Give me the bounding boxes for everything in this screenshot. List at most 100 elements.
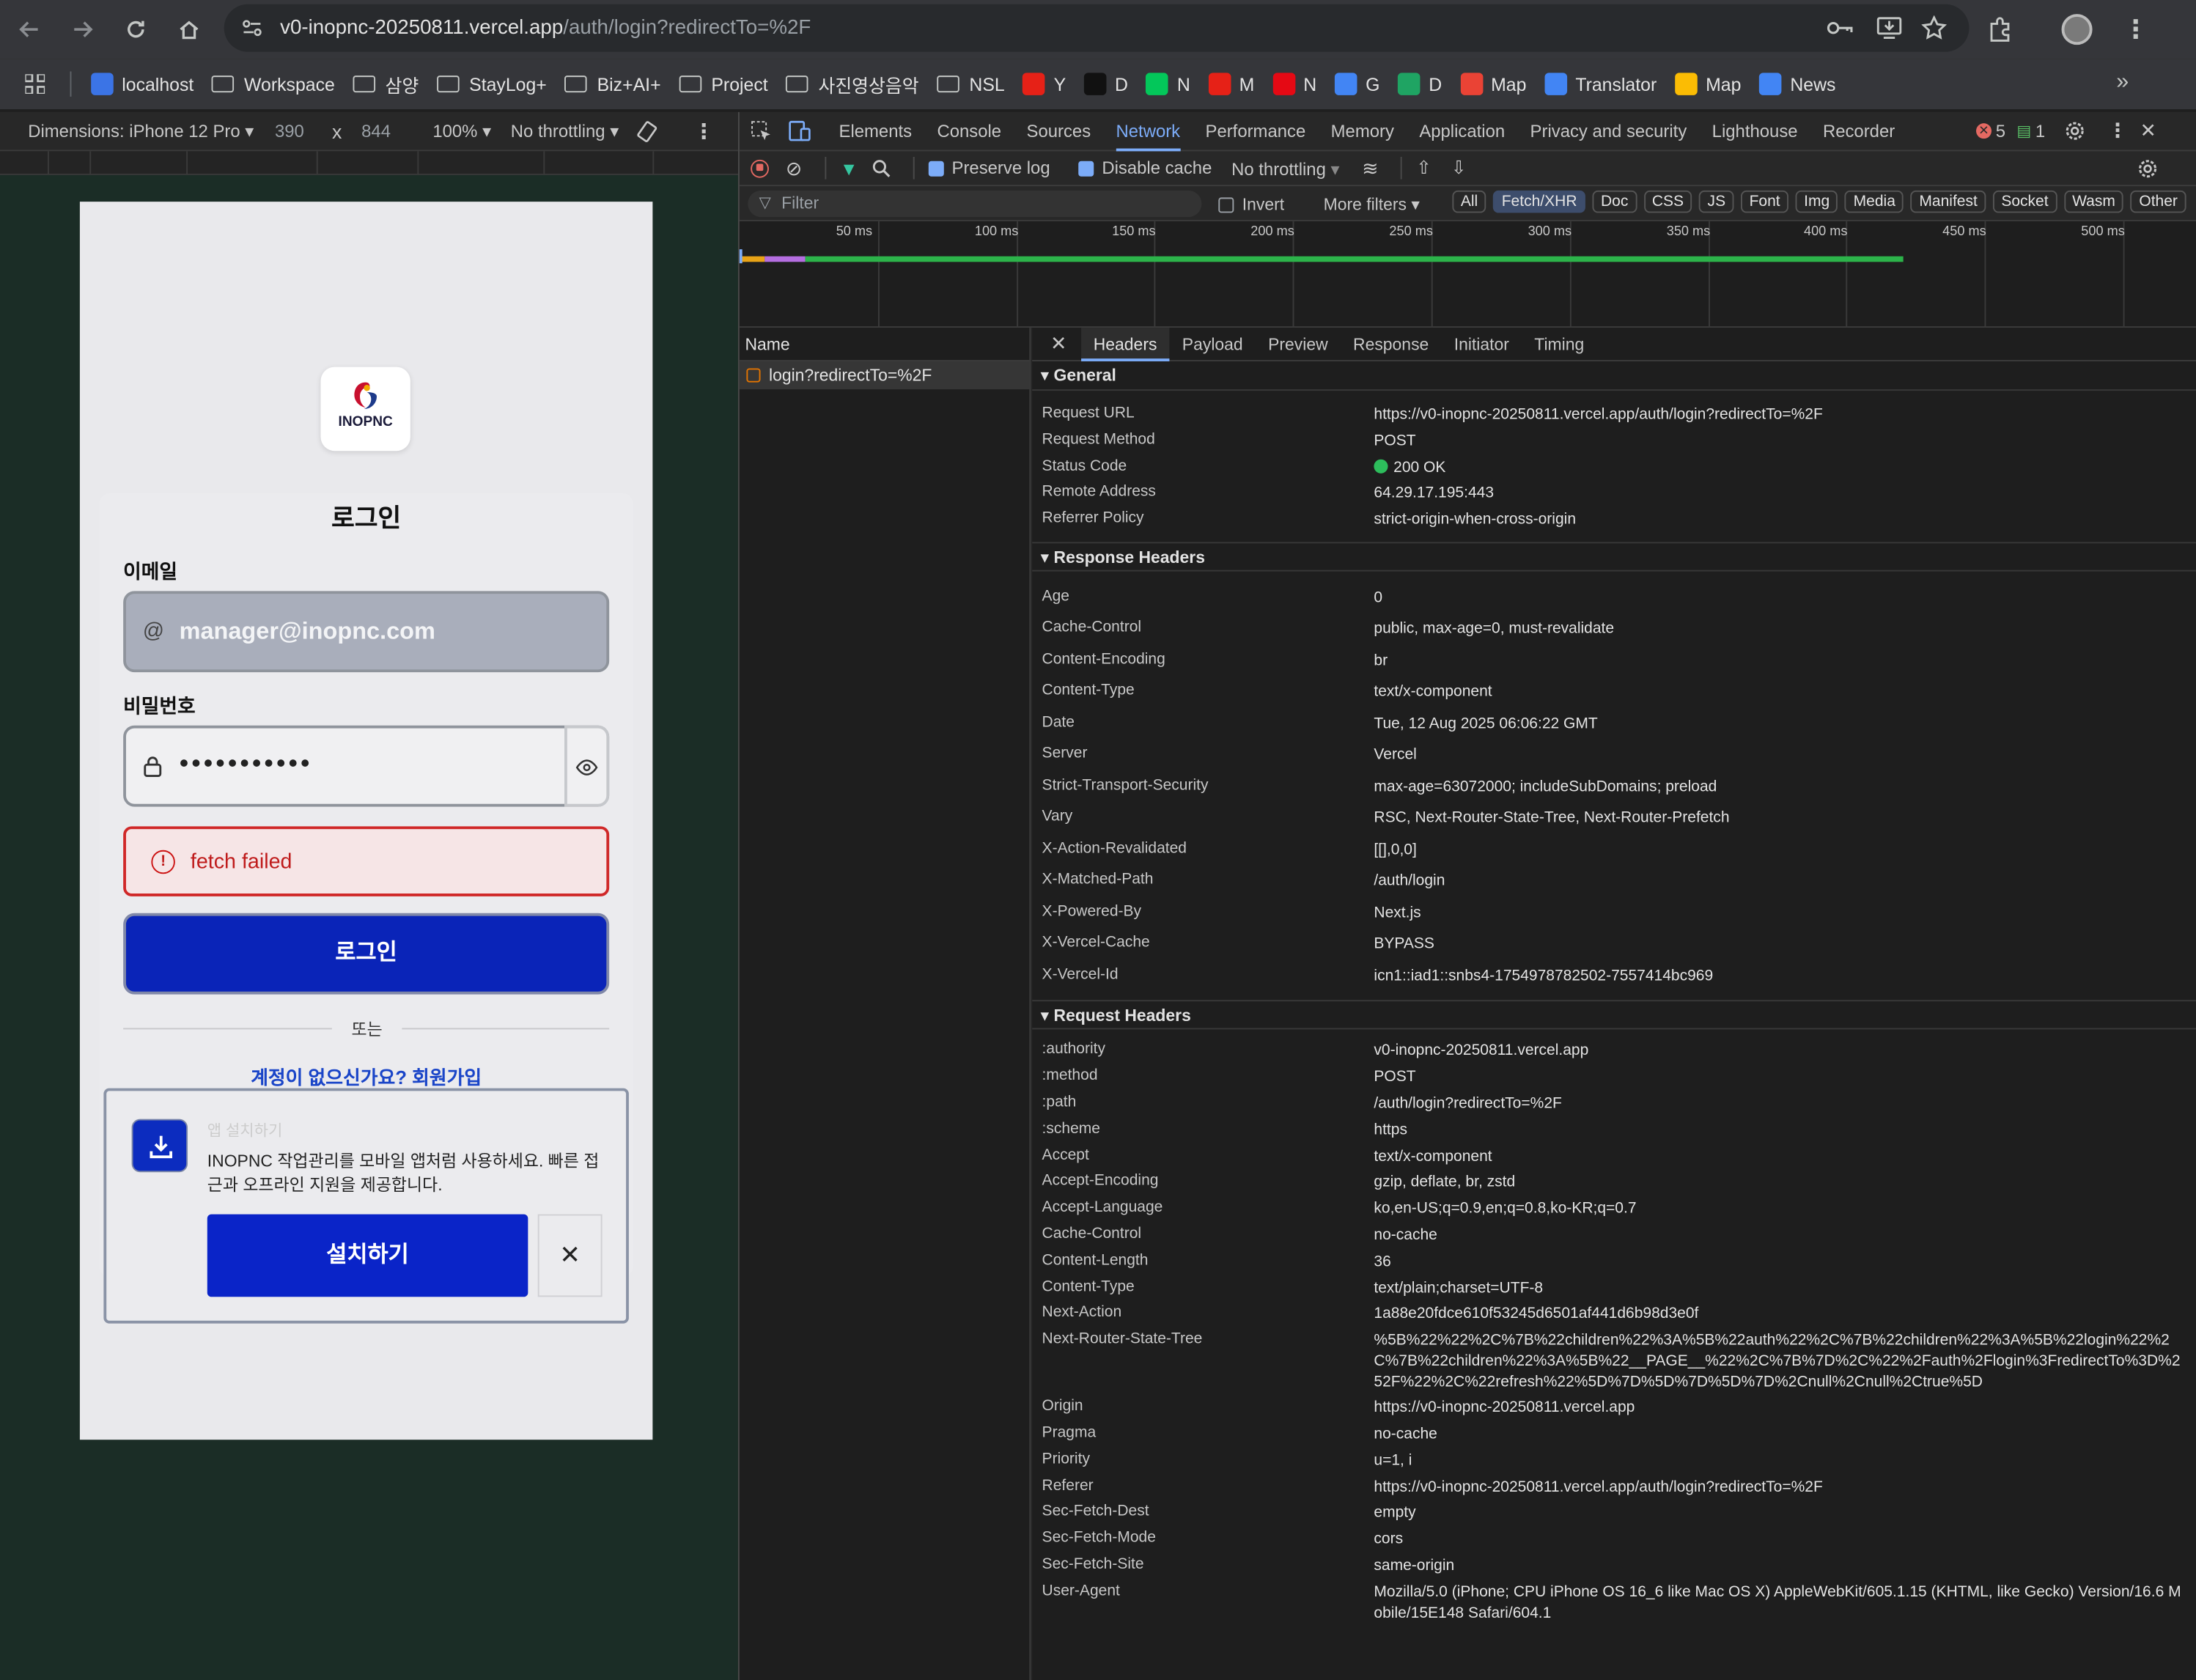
header-value[interactable]: text/plain;charset=UTF-8 bbox=[1374, 1278, 2196, 1300]
devtools-tab[interactable]: Lighthouse bbox=[1712, 111, 1798, 150]
general-section-header[interactable]: ▾ General bbox=[1032, 361, 2196, 391]
detail-tab[interactable]: Response bbox=[1341, 327, 1442, 361]
devtools-tab[interactable]: Application bbox=[1419, 111, 1505, 150]
import-har-icon[interactable]: ⇧ bbox=[1416, 157, 1432, 180]
header-value[interactable]: 1a88e20fdce610f53245d6501af441d6b98d3e0f bbox=[1374, 1305, 2196, 1326]
type-filter-chip[interactable]: JS bbox=[1699, 190, 1734, 213]
header-value[interactable]: u=1, i bbox=[1374, 1451, 2196, 1472]
header-value[interactable]: 64.29.17.195:443 bbox=[1374, 484, 2196, 505]
devtools-settings-icon[interactable] bbox=[2064, 120, 2085, 141]
site-settings-icon[interactable] bbox=[241, 17, 264, 40]
header-value[interactable]: no-cache bbox=[1374, 1424, 2196, 1445]
bookmark-item[interactable]: D bbox=[1398, 73, 1442, 95]
header-value[interactable]: /auth/login?redirectTo=%2F bbox=[1374, 1094, 2196, 1115]
header-value[interactable]: 200 OK bbox=[1374, 457, 2196, 479]
request-headers-section-header[interactable]: ▾ Request Headers bbox=[1032, 1001, 2196, 1031]
type-filter-chip[interactable]: All bbox=[1452, 190, 1486, 213]
header-value[interactable]: RSC, Next-Router-State-Tree, Next-Router… bbox=[1374, 808, 2196, 830]
bookmark-item[interactable]: Translator bbox=[1544, 73, 1657, 95]
rotate-icon[interactable] bbox=[635, 119, 658, 142]
header-value[interactable]: same-origin bbox=[1374, 1556, 2196, 1577]
extensions-icon[interactable] bbox=[1986, 15, 2013, 43]
type-filter-chip[interactable]: Fetch/XHR bbox=[1493, 190, 1585, 213]
detail-tab[interactable]: Preview bbox=[1256, 327, 1341, 361]
request-row[interactable]: login?redirectTo=%2F bbox=[739, 361, 1030, 390]
header-value[interactable]: Next.js bbox=[1374, 903, 2196, 924]
forward-button[interactable] bbox=[56, 3, 109, 56]
detail-tab[interactable]: Headers bbox=[1080, 327, 1171, 361]
device-more-icon[interactable]: ⋮ bbox=[693, 118, 715, 143]
devtools-tab[interactable]: Network bbox=[1116, 111, 1180, 151]
device-dimensions-select[interactable]: Dimensions: iPhone 12 Pro ▾ bbox=[28, 120, 254, 141]
inspect-element-icon[interactable] bbox=[751, 120, 772, 141]
bookmark-item[interactable]: 사진영상음악 bbox=[786, 70, 919, 97]
header-value[interactable]: no-cache bbox=[1374, 1226, 2196, 1247]
type-filter-chip[interactable]: Font bbox=[1741, 190, 1789, 213]
login-button[interactable]: 로그인 bbox=[123, 913, 610, 995]
password-field[interactable]: ••••••••••• bbox=[123, 725, 610, 807]
header-value[interactable]: br bbox=[1374, 651, 2196, 672]
header-value[interactable]: BYPASS bbox=[1374, 935, 2196, 956]
bookmark-item[interactable]: G bbox=[1335, 73, 1379, 95]
header-value[interactable]: 0 bbox=[1374, 588, 2196, 609]
apps-grid-icon[interactable] bbox=[25, 74, 45, 95]
header-value[interactable]: POST bbox=[1374, 1067, 2196, 1088]
detail-tab[interactable]: Timing bbox=[1522, 327, 1596, 361]
header-value[interactable]: cors bbox=[1374, 1530, 2196, 1551]
profile-avatar-icon[interactable] bbox=[2061, 14, 2093, 45]
type-filter-chip[interactable]: Other bbox=[2130, 190, 2186, 213]
header-value[interactable]: %5B%22%22%2C%7B%22children%22%3A%5B%22au… bbox=[1374, 1331, 2196, 1394]
bookmark-item[interactable]: M bbox=[1208, 73, 1254, 95]
header-value[interactable]: https bbox=[1374, 1120, 2196, 1141]
bookmark-item[interactable]: Y bbox=[1023, 73, 1066, 95]
close-detail-icon[interactable]: ✕ bbox=[1032, 332, 1080, 355]
error-counter[interactable]: ✕ 5 ▤ 1 bbox=[1975, 121, 2045, 141]
device-toggle-icon[interactable] bbox=[789, 120, 811, 141]
more-filters-select[interactable]: More filters ▾ bbox=[1324, 195, 1420, 215]
detail-tab[interactable]: Initiator bbox=[1441, 327, 1522, 361]
bookmark-item[interactable]: NSL bbox=[937, 73, 1005, 95]
header-value[interactable]: icn1::iad1::snbs4-1754978782502-7557414b… bbox=[1374, 966, 2196, 987]
type-filter-chip[interactable]: Manifest bbox=[1910, 190, 1986, 213]
header-value[interactable]: [[],0,0] bbox=[1374, 840, 2196, 861]
header-value[interactable]: Vercel bbox=[1374, 745, 2196, 767]
bookmark-item[interactable]: N bbox=[1146, 73, 1190, 95]
bookmark-item[interactable]: 삼양 bbox=[353, 70, 419, 97]
preserve-log-checkbox[interactable]: Preserve log bbox=[928, 158, 1050, 178]
header-value[interactable]: Mozilla/5.0 (iPhone; CPU iPhone OS 16_6 … bbox=[1374, 1583, 2196, 1624]
network-throttling-select[interactable]: No throttling ▾ bbox=[1231, 158, 1339, 179]
device-width-input[interactable]: 390 bbox=[275, 121, 304, 141]
devtools-tab[interactable]: Sources bbox=[1027, 111, 1091, 150]
type-filter-chip[interactable]: Doc bbox=[1592, 190, 1637, 213]
bookmark-star-icon[interactable] bbox=[1921, 15, 1947, 40]
response-headers-section-header[interactable]: ▾ Response Headers bbox=[1032, 542, 2196, 572]
header-value[interactable]: https://v0-inopnc-20250811.vercel.app/au… bbox=[1374, 1477, 2196, 1498]
bookmark-item[interactable]: Biz+AI+ bbox=[564, 73, 661, 95]
type-filter-chip[interactable]: Wasm bbox=[2063, 190, 2124, 213]
header-value[interactable]: https://v0-inopnc-20250811.vercel.app bbox=[1374, 1398, 2196, 1419]
device-height-input[interactable]: 844 bbox=[361, 121, 391, 141]
devtools-tab[interactable]: Recorder bbox=[1823, 111, 1895, 150]
reload-button[interactable] bbox=[109, 3, 163, 56]
header-value[interactable]: empty bbox=[1374, 1503, 2196, 1525]
bookmark-item[interactable]: Workspace bbox=[212, 73, 335, 95]
bookmark-item[interactable]: N bbox=[1272, 73, 1316, 95]
header-value[interactable]: strict-origin-when-cross-origin bbox=[1374, 510, 2196, 531]
email-field[interactable]: @ manager@inopnc.com bbox=[123, 591, 610, 673]
invert-checkbox[interactable]: Invert bbox=[1218, 195, 1284, 214]
record-stop-icon[interactable] bbox=[751, 158, 769, 177]
home-button[interactable] bbox=[163, 3, 216, 56]
clear-icon[interactable]: ⊘ bbox=[786, 156, 802, 180]
network-settings-icon[interactable] bbox=[2137, 158, 2159, 180]
password-key-icon[interactable] bbox=[1827, 17, 1854, 40]
header-value[interactable]: /auth/login bbox=[1374, 872, 2196, 893]
devtools-tab[interactable]: Performance bbox=[1206, 111, 1306, 150]
filter-funnel-icon[interactable]: ▼ bbox=[840, 158, 858, 179]
bookmark-item[interactable]: Project bbox=[679, 73, 768, 95]
filter-input[interactable]: ▽ Filter bbox=[748, 190, 1202, 218]
devtools-close-icon[interactable]: ✕ bbox=[2140, 119, 2156, 142]
header-value[interactable]: v0-inopnc-20250811.vercel.app bbox=[1374, 1042, 2196, 1063]
back-button[interactable] bbox=[3, 3, 56, 56]
devtools-more-icon[interactable]: ⋮ bbox=[2108, 119, 2128, 142]
header-value[interactable]: ko,en-US;q=0.9,en;q=0.8,ko-KR;q=0.7 bbox=[1374, 1199, 2196, 1220]
